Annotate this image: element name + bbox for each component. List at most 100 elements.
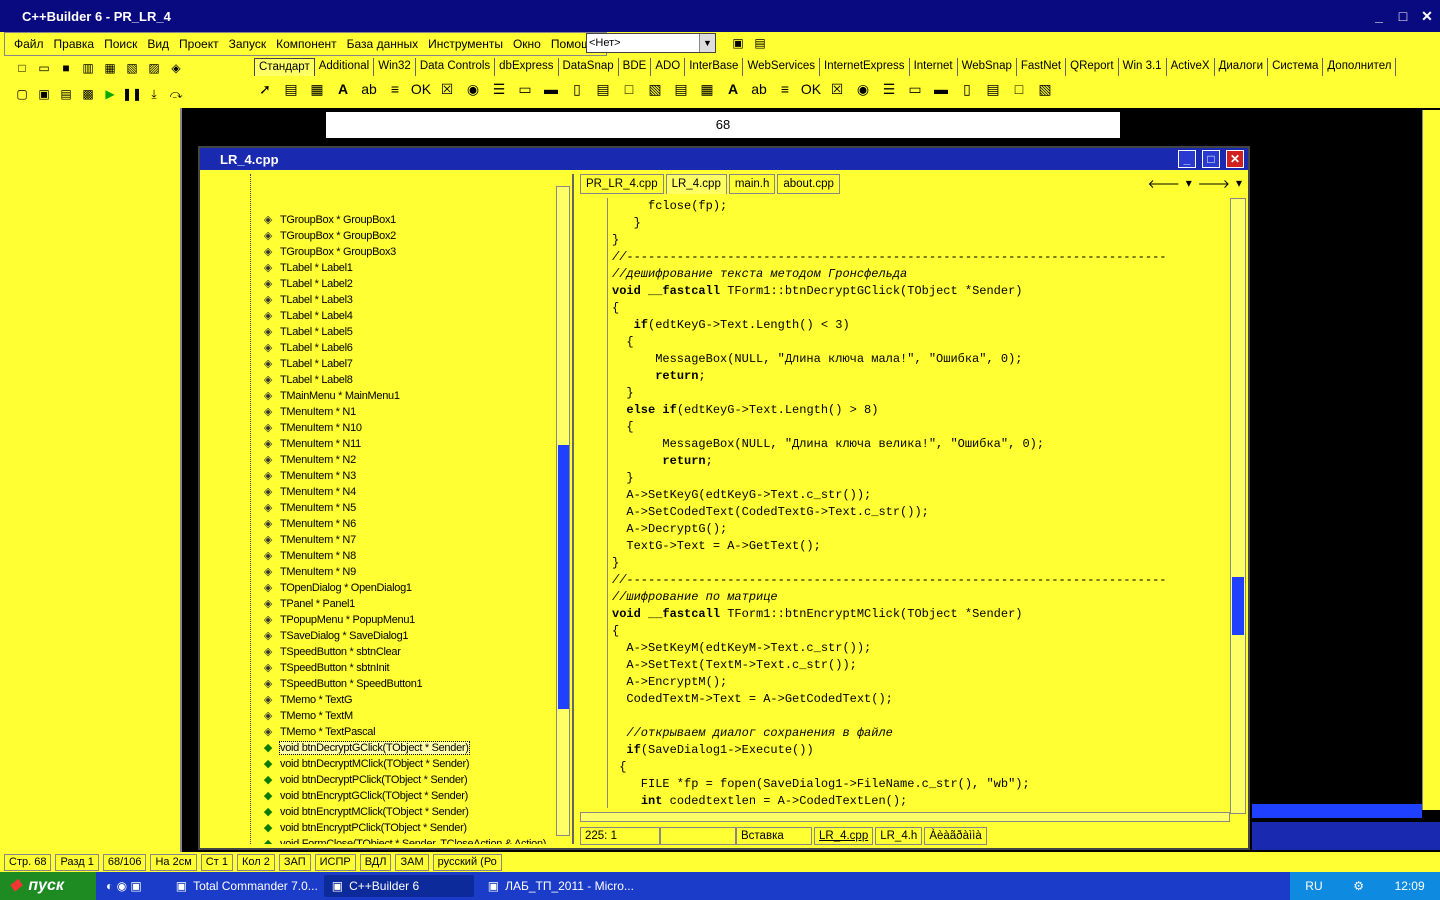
- palette-tab[interactable]: DataSnap: [559, 58, 619, 76]
- maximize-icon[interactable]: □: [1394, 7, 1412, 25]
- code-line[interactable]: //открываем диалог сохранения в файле: [612, 725, 892, 742]
- scrollbar2-icon[interactable]: ▬: [930, 78, 952, 100]
- frames2-icon[interactable]: ▤: [670, 78, 692, 100]
- code-horizontal-scrollbar[interactable]: [580, 812, 1230, 822]
- trace-into-icon[interactable]: ⤓: [144, 84, 164, 104]
- mainmenu-icon[interactable]: ▦: [306, 78, 328, 100]
- tree-item[interactable]: ◆ void btnDecryptMClick(TObject * Sender): [262, 756, 470, 772]
- status-file-tab[interactable]: LR_4.cpp: [814, 827, 874, 845]
- tree-item[interactable]: ◈ TMemo * TextG: [262, 692, 353, 708]
- chevron-down-icon[interactable]: ▾: [1236, 176, 1242, 191]
- tree-item[interactable]: ◆ void btnDecryptGClick(TObject * Sender): [262, 740, 470, 756]
- code-line[interactable]: }: [612, 215, 641, 232]
- code-line[interactable]: //--------------------------------------…: [612, 572, 1167, 589]
- tree-item[interactable]: ◈ TMainMenu * MainMenu1: [262, 388, 400, 404]
- radiobutton-icon[interactable]: ◉: [462, 78, 484, 100]
- memo2-icon[interactable]: ≡: [774, 78, 796, 100]
- mainmenu2-icon[interactable]: ▦: [696, 78, 718, 100]
- add-file-icon[interactable]: ▧: [122, 58, 142, 78]
- label2-icon[interactable]: A: [722, 78, 744, 100]
- code-line[interactable]: {: [612, 623, 619, 640]
- code-line[interactable]: MessageBox(NULL, "Длина ключа мала!", "О…: [612, 351, 1022, 368]
- desktop-save-icon[interactable]: ▣: [728, 33, 748, 53]
- code-line[interactable]: TextG->Text = A->GetText();: [612, 538, 820, 555]
- edit-icon[interactable]: ab: [358, 78, 380, 100]
- tray-app-icon[interactable]: ⚙: [1353, 879, 1364, 893]
- menu-item[interactable]: Компонент: [271, 37, 342, 51]
- code-line[interactable]: return;: [612, 453, 712, 470]
- palette-tab[interactable]: Диалоги: [1215, 58, 1269, 76]
- help-icon[interactable]: ◈: [166, 58, 186, 78]
- save-all-icon[interactable]: ▥: [78, 58, 98, 78]
- code-vertical-scrollbar[interactable]: [1230, 198, 1246, 814]
- code-line[interactable]: }: [612, 232, 619, 249]
- tree-item[interactable]: ◈ TGroupBox * GroupBox1: [262, 212, 396, 228]
- taskbar-button[interactable]: ▣ Total Commander 7.0...: [168, 875, 318, 897]
- groupbox-icon[interactable]: ▯: [566, 78, 588, 100]
- tree-item[interactable]: ◈ TLabel * Label6: [262, 340, 353, 356]
- palette-tab[interactable]: ADO: [651, 58, 686, 76]
- code-line[interactable]: fclose(fp);: [612, 198, 727, 215]
- menu-item[interactable]: Инструменты: [423, 37, 508, 51]
- palette-tab[interactable]: Стандарт: [254, 58, 315, 76]
- code-line[interactable]: void __fastcall TForm1::btnEncryptMClick…: [612, 606, 1022, 623]
- radiogroup-icon[interactable]: ▤: [592, 78, 614, 100]
- tree-item[interactable]: ◈ TMenuItem * N3: [262, 468, 356, 484]
- tree-item[interactable]: ◈ TSpeedButton * sbtnClear: [262, 644, 401, 660]
- tree-item[interactable]: ◈ TMenuItem * N10: [262, 420, 362, 436]
- tree-item[interactable]: ◈ TGroupBox * GroupBox3: [262, 244, 396, 260]
- palette-tab[interactable]: QReport: [1066, 58, 1119, 76]
- code-line[interactable]: {: [612, 759, 626, 776]
- panel2-icon[interactable]: □: [1008, 78, 1030, 100]
- remove-file-icon[interactable]: ▨: [144, 58, 164, 78]
- label-icon[interactable]: A: [332, 78, 354, 100]
- taskbar-button[interactable]: ▣ C++Builder 6: [323, 875, 474, 897]
- tree-item[interactable]: ◆ void btnDecryptPClick(TObject * Sender): [262, 772, 468, 788]
- code-line[interactable]: {: [612, 419, 633, 436]
- run-icon[interactable]: ▶: [100, 84, 120, 104]
- listbox2-icon[interactable]: ☰: [878, 78, 900, 100]
- palette-tab[interactable]: Система: [1268, 58, 1324, 76]
- code-line[interactable]: }: [612, 555, 619, 572]
- code-line[interactable]: A->EncryptM();: [612, 674, 727, 691]
- tree-item[interactable]: ◈ TLabel * Label2: [262, 276, 353, 292]
- tree-item[interactable]: ◈ TMenuItem * N9: [262, 564, 356, 580]
- tree-item[interactable]: ◆ void FormClose(TObject * Sender, TClose…: [262, 836, 547, 844]
- groupbox2-icon[interactable]: ▯: [956, 78, 978, 100]
- pause-icon[interactable]: ❚❚: [122, 84, 142, 104]
- tree-item[interactable]: ◆ void btnEncryptMClick(TObject * Sender): [262, 804, 469, 820]
- code-line[interactable]: {: [612, 334, 633, 351]
- palette-tab[interactable]: WebServices: [743, 58, 821, 76]
- class-explorer-scrollbar[interactable]: [556, 186, 570, 836]
- tree-item[interactable]: ◆ void btnEncryptGClick(TObject * Sender): [262, 788, 468, 804]
- code-line[interactable]: FILE *fp = fopen(SaveDialog1->FileName.c…: [612, 776, 1030, 793]
- background-hscroll[interactable]: [1252, 804, 1422, 818]
- tree-item[interactable]: ◈ TSpeedButton * SpeedButton1: [262, 676, 423, 692]
- actionlist2-icon[interactable]: ▧: [1034, 78, 1056, 100]
- tree-item[interactable]: ◈ TLabel * Label8: [262, 372, 353, 388]
- palette-tab[interactable]: InterBase: [685, 58, 744, 76]
- tree-item[interactable]: ◈ TLabel * Label4: [262, 308, 353, 324]
- status-file-tab[interactable]: Àèàãðàììà: [924, 827, 987, 845]
- toggle-icon[interactable]: ▤: [56, 84, 76, 104]
- editor-tab[interactable]: about.cpp: [777, 174, 840, 194]
- maximize-icon[interactable]: □: [1202, 150, 1220, 168]
- menu-item[interactable]: Правка: [49, 37, 100, 51]
- memo-icon[interactable]: ≡: [384, 78, 406, 100]
- editor-tab[interactable]: PR_LR_4.cpp: [580, 174, 664, 194]
- code-line[interactable]: {: [612, 300, 619, 317]
- desktop-set-icon[interactable]: ▤: [750, 33, 770, 53]
- code-line[interactable]: A->SetCodedText(CodedTextG->Text.c_str()…: [612, 504, 928, 521]
- new-icon[interactable]: □: [12, 58, 32, 78]
- tree-item[interactable]: ◈ TMenuItem * N2: [262, 452, 356, 468]
- code-line[interactable]: }: [612, 385, 633, 402]
- code-line[interactable]: A->DecryptG();: [612, 521, 727, 538]
- frames-icon[interactable]: ▤: [280, 78, 302, 100]
- palette-tab[interactable]: Win32: [374, 58, 416, 76]
- tree-item[interactable]: ◈ TMenuItem * N6: [262, 516, 356, 532]
- code-line[interactable]: }: [612, 470, 633, 487]
- edit2-icon[interactable]: ab: [748, 78, 770, 100]
- minimize-icon[interactable]: _: [1178, 150, 1196, 168]
- status-file-tab[interactable]: LR_4.h: [875, 827, 923, 845]
- code-line[interactable]: //шифрование по матрице: [612, 589, 778, 606]
